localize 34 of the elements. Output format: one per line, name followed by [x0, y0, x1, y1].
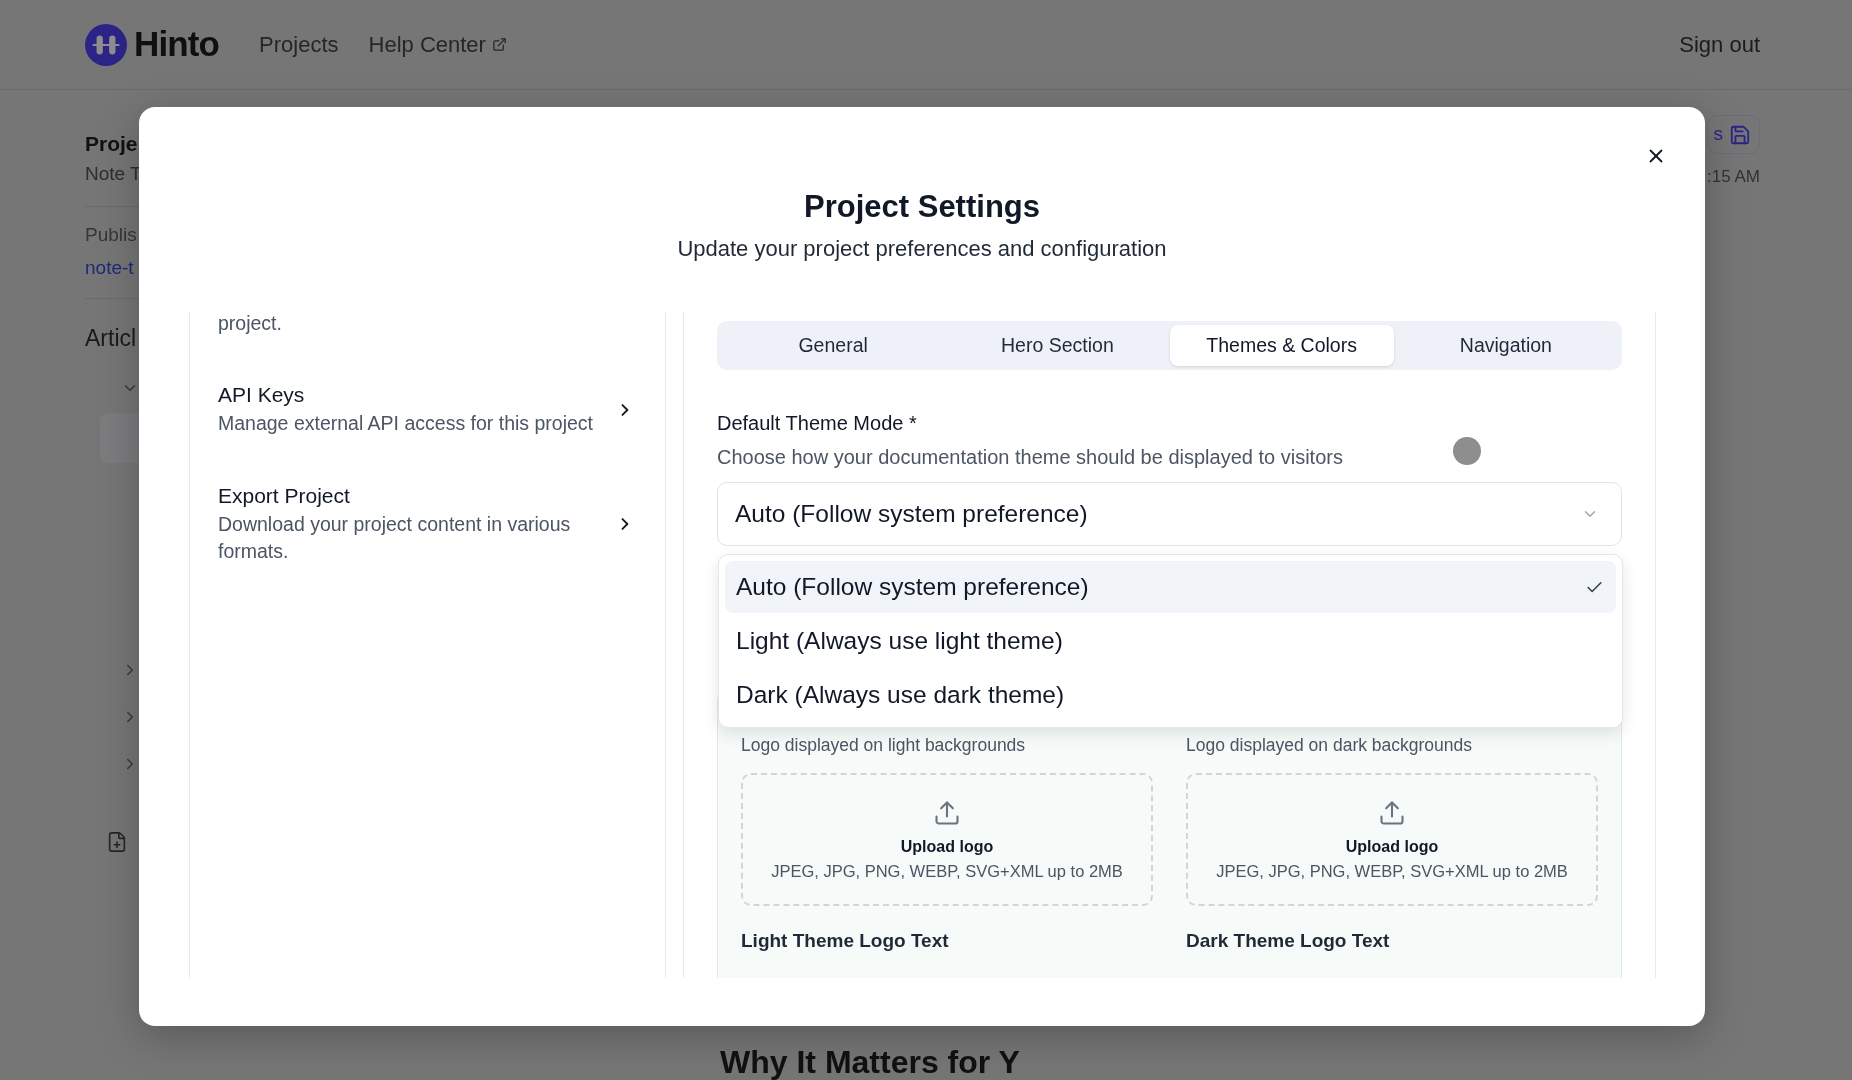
menu-description: project. [218, 312, 282, 334]
upload-dropzone[interactable]: Upload logo JPEG, JPG, PNG, WEBP, SVG+XML up to 2MB [741, 773, 1153, 906]
project-title: Proje [85, 131, 138, 157]
upload-icon [933, 799, 961, 827]
tab[interactable]: Navigation [1393, 325, 1618, 366]
field-label: Dark Theme Logo Text [1186, 929, 1390, 953]
option-label: Dark (Always use dark theme) [736, 679, 1065, 710]
settings-menu-item[interactable]: Export Project Download your project content in various formats. [218, 483, 643, 565]
articles-heading: Articl [85, 324, 137, 352]
field-description: Choose how your documentation theme should be displayed to visitors [717, 445, 1343, 469]
tab[interactable]: General [721, 325, 946, 366]
option-label: Light (Always use light theme) [736, 625, 1063, 656]
upload-icon [1378, 799, 1406, 827]
logo-icon [85, 23, 127, 66]
last-saved-time: :15 AM [1707, 166, 1760, 188]
brand-name: Hinto [134, 23, 220, 66]
save-icon [1729, 123, 1751, 146]
dropdown-option[interactable]: Auto (Follow system preference) [725, 561, 1616, 613]
settings-menu-item[interactable]: API Keys Manage external API access for this project [218, 382, 643, 437]
dialog-subtitle: Update your project preferences and configuration [677, 235, 1167, 263]
tab[interactable]: Themes & Colors [1169, 325, 1394, 366]
dialog-title: Project Settings [804, 188, 1040, 226]
field-label: Default Theme Mode * [717, 411, 917, 435]
published-label: Publis [85, 223, 137, 247]
sign-out-button[interactable]: Sign out [1679, 28, 1760, 61]
field-label: Light Theme Logo Text [741, 929, 949, 953]
theme-mode-select[interactable]: Auto (Follow system preference) [717, 482, 1622, 546]
section-heading: Why It Matters for Y [720, 1046, 1020, 1078]
logo-caption: Logo displayed on light backgrounds [741, 734, 1026, 756]
upload-dropzone[interactable]: Upload logo JPEG, JPG, PNG, WEBP, SVG+XML up to 2MB [1186, 773, 1598, 906]
logo-caption: Logo displayed on dark backgrounds [1186, 734, 1473, 756]
tab[interactable]: Hero Section [945, 325, 1170, 366]
new-file-icon[interactable] [106, 831, 128, 853]
option-label: Auto (Follow system preference) [736, 571, 1089, 602]
